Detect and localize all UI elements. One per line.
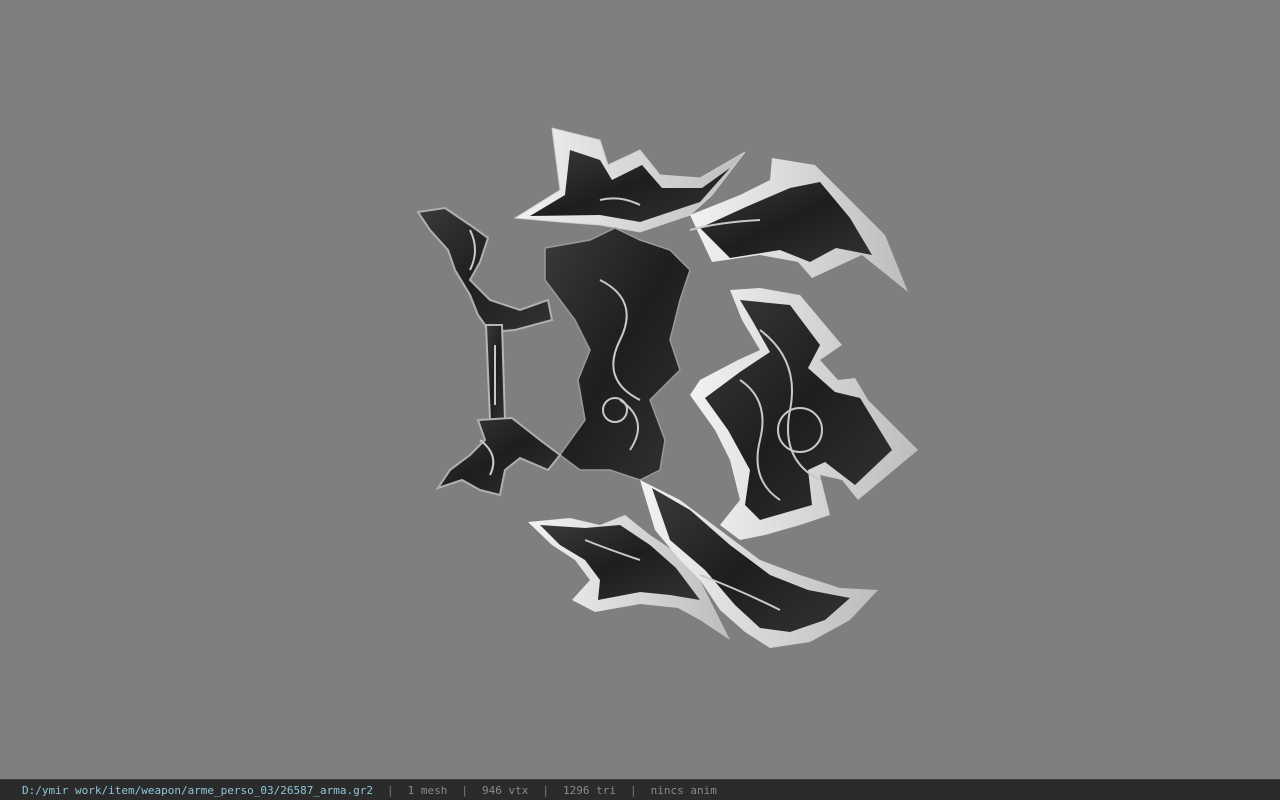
weapon-model-render[interactable] — [0, 0, 1280, 779]
handle-top — [416, 206, 554, 334]
handle-bottom — [435, 416, 562, 497]
mesh-count: 1 mesh — [407, 783, 448, 797]
3d-viewport[interactable] — [0, 0, 1280, 779]
triangle-count: 1296 tri — [562, 783, 616, 797]
separator: | — [387, 783, 394, 797]
vertex-count: 946 vtx — [482, 783, 529, 797]
separator: | — [542, 783, 549, 797]
separator: | — [461, 783, 468, 797]
status-bar: D:/ymir work/item/weapon/arme_perso_03/2… — [0, 779, 1280, 800]
animation-status: nincs anim — [650, 783, 717, 797]
weapon-core — [544, 227, 691, 481]
file-path: D:/ymir work/item/weapon/arme_perso_03/2… — [22, 783, 373, 797]
separator: | — [629, 783, 637, 797]
